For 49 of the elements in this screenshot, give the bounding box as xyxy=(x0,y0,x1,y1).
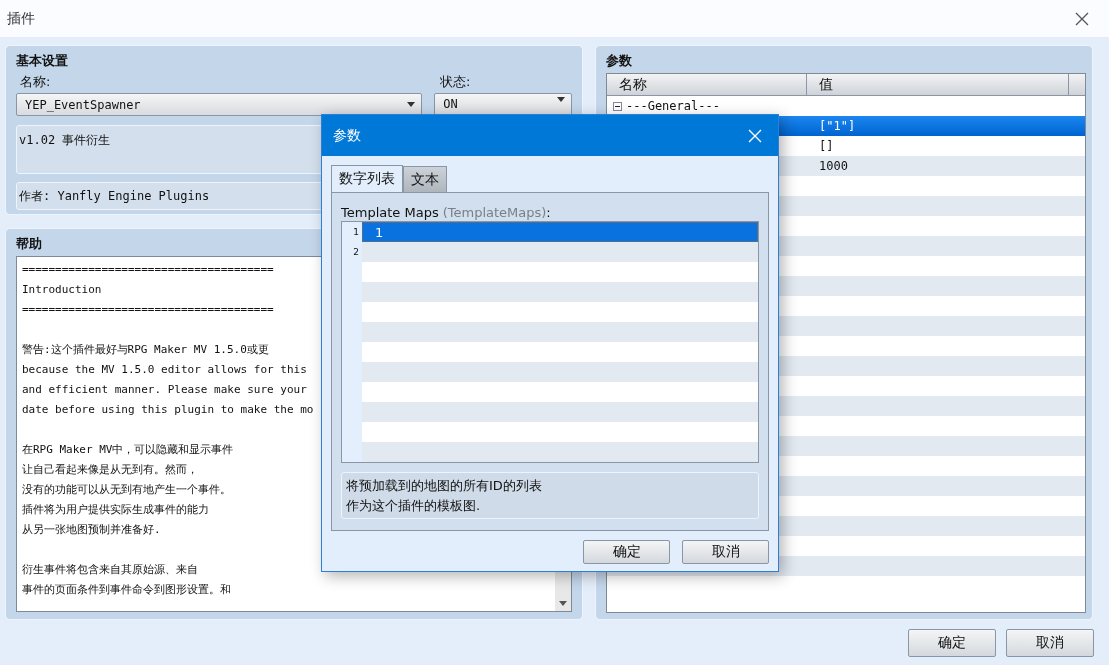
table-cell: ---General--- xyxy=(626,99,720,113)
dropdown-arrow-icon xyxy=(407,102,416,107)
table-cell-text: [] xyxy=(818,139,834,153)
table-cell-text: ["1"] xyxy=(818,119,856,133)
name-dropdown[interactable]: YEP_EventSpawner xyxy=(16,93,423,116)
status-dropdown[interactable]: ON xyxy=(434,93,572,116)
help-text-line: 让自己看起来像是从无到有。然而， xyxy=(22,462,198,478)
help-text-line: 插件将为用户提供实际生成事件的能力 xyxy=(22,502,209,518)
line-number: 1 xyxy=(353,226,360,239)
dialog-button[interactable]: 取消 xyxy=(682,540,769,564)
scroll-down-icon[interactable] xyxy=(559,601,567,606)
help-text-line: 警告:这个插件最好与RPG Maker MV 1.5.0或更 xyxy=(22,342,269,358)
help-text-line: 从另一张地图预制并准备好. xyxy=(22,522,161,538)
dialog-title: 参数 xyxy=(333,126,361,145)
dropdown-arrow-icon xyxy=(557,97,565,102)
line-number: 2 xyxy=(353,246,360,259)
list-row[interactable] xyxy=(362,402,758,422)
help-text-line: ====================================== xyxy=(22,262,274,278)
column-header[interactable]: 名称 xyxy=(607,74,807,95)
list-item[interactable]: 1 xyxy=(362,222,758,242)
help-text-line: because the MV 1.5.0 editor allows for this xyxy=(22,362,307,378)
help-text-line: 衍生事件将包含来自其原始源、来自 xyxy=(22,562,198,578)
collapse-icon[interactable] xyxy=(613,101,622,111)
help-text-line: 没有的功能可以从无到有地产生一个事件。 xyxy=(22,482,231,498)
help-text-line: date before using this plugin to make the mo xyxy=(22,402,314,418)
window-title: 插件 xyxy=(7,9,35,28)
close-icon[interactable] xyxy=(1075,11,1089,26)
dialog-button[interactable]: 确定 xyxy=(908,629,996,657)
status-label: 状态: xyxy=(440,73,471,91)
help-text-line: ====================================== xyxy=(22,302,274,318)
panel-title: 帮助 xyxy=(16,235,42,253)
panel-title: 参数 xyxy=(606,52,632,70)
dialog-button[interactable]: 取消 xyxy=(1006,629,1094,657)
list-row[interactable] xyxy=(362,282,758,302)
list-row[interactable] xyxy=(362,322,758,342)
panel-title: 基本设置 xyxy=(16,52,68,70)
help-text-line: Introduction xyxy=(22,282,102,298)
tab[interactable]: 文本 xyxy=(403,166,447,192)
description-box: 将预加载到的地图的所有ID的列表 作为这个插件的模板图. xyxy=(341,472,759,519)
help-text-line: 在RPG Maker MV中，可以隐藏和显示事件 xyxy=(22,442,234,458)
table-cell-text: 1000 xyxy=(818,159,848,173)
tab[interactable]: 数字列表 xyxy=(331,165,403,192)
help-text-line: and efficient manner. Please make sure your xyxy=(22,382,307,398)
column-header[interactable]: 值 xyxy=(807,74,1069,95)
list-row[interactable] xyxy=(362,362,758,382)
help-text-line: 事件的页面条件到事件命令到图形设置。和 xyxy=(22,582,231,598)
name-label: 名称: xyxy=(20,73,52,91)
dialog-button[interactable]: 确定 xyxy=(583,540,670,564)
list-row[interactable] xyxy=(362,442,758,462)
